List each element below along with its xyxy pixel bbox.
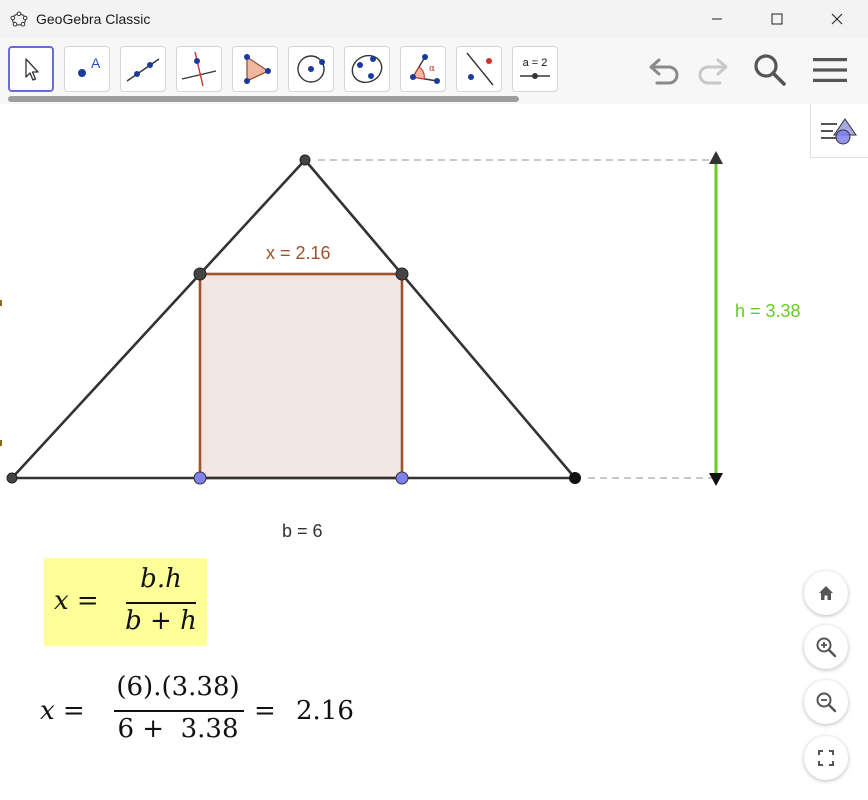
zoom-in-icon: [816, 637, 837, 658]
reflect-icon: [466, 52, 494, 86]
tool-angle[interactable]: α: [400, 46, 446, 92]
base-left-point[interactable]: [6, 472, 18, 484]
tool-move[interactable]: [8, 46, 54, 92]
angle-tool-label: α: [429, 64, 435, 74]
inscribed-square[interactable]: [198, 272, 404, 480]
tool-circle[interactable]: [288, 46, 334, 92]
formula-numerator: b.h: [140, 564, 182, 594]
hamburger-menu-icon: [813, 58, 847, 82]
fullscreen-button[interactable]: [804, 736, 848, 780]
home-button[interactable]: [804, 571, 848, 615]
redo-icon: [698, 58, 728, 85]
apex-point[interactable]: [299, 154, 311, 166]
search-icon: [754, 54, 786, 86]
geogebra-logo-icon: [10, 11, 28, 27]
substitution-result: 2.16: [296, 696, 354, 726]
substitution-fraction-bar: [114, 710, 244, 712]
square-top-right-point[interactable]: [395, 267, 409, 281]
point-icon: A: [78, 55, 101, 77]
window-title: GeoGebra Classic: [36, 11, 151, 27]
slider-tool-label: a = 2: [523, 57, 548, 69]
tool-reflect[interactable]: [456, 46, 502, 92]
base-right-point[interactable]: [569, 472, 581, 484]
zoom-out-button[interactable]: [804, 680, 848, 724]
main-menu-button[interactable]: [808, 48, 852, 92]
redo-button[interactable]: [690, 48, 734, 92]
tool-line[interactable]: [120, 46, 166, 92]
substitution-numerator: (6).(3.38): [116, 672, 240, 702]
zoom-in-button[interactable]: [804, 625, 848, 669]
substitution-denominator: 6 + 3.38: [117, 714, 239, 744]
line-icon: [126, 58, 160, 82]
square-bottom-left-point[interactable]: [193, 471, 207, 485]
maximize-icon: [771, 13, 783, 25]
fullscreen-icon: [818, 750, 834, 766]
point-tool-label: A: [91, 55, 101, 71]
title-bar: GeoGebra Classic: [0, 0, 868, 38]
perpendicular-icon: [181, 51, 217, 87]
circle-center-icon: [297, 55, 325, 83]
formula-highlight[interactable]: x = b.h b + h: [44, 558, 207, 646]
maximize-button[interactable]: [754, 4, 800, 34]
home-icon: [819, 586, 833, 600]
zoom-out-icon: [816, 692, 837, 713]
undo-button[interactable]: [643, 48, 687, 92]
b-label: b = 6: [282, 521, 323, 541]
close-button[interactable]: [814, 4, 860, 34]
formula-denominator: b + h: [125, 606, 197, 636]
formula-fraction-bar: [126, 602, 196, 604]
tool-point[interactable]: A: [64, 46, 110, 92]
height-arrow-top: [709, 151, 723, 164]
tool-polygon[interactable]: [232, 46, 278, 92]
toolbar-scrollbar[interactable]: [8, 96, 519, 102]
formula-lhs: x =: [54, 586, 99, 616]
square-bottom-right-point[interactable]: [395, 471, 409, 485]
slider-icon: a = 2: [520, 57, 550, 79]
polygon-icon: [244, 54, 271, 84]
tool-perpendicular-line[interactable]: [176, 46, 222, 92]
square-top-left-point[interactable]: [193, 267, 207, 281]
minimize-button[interactable]: [694, 4, 740, 34]
close-icon: [831, 13, 843, 25]
substitution-lhs: x =: [40, 696, 85, 726]
undo-icon: [649, 58, 679, 85]
tool-slider[interactable]: a = 2: [512, 46, 558, 92]
arrow-cursor-icon: [25, 58, 39, 81]
h-label: h = 3.38: [735, 301, 801, 321]
angle-icon: α: [410, 54, 440, 84]
substitution-formula[interactable]: x = (6).(3.38) 6 + 3.38 = 2.16: [40, 670, 370, 760]
height-arrow-bottom: [709, 473, 723, 486]
toolbar: A α a = 2: [0, 38, 868, 104]
minimize-icon: [712, 18, 722, 20]
search-button[interactable]: [748, 48, 792, 92]
tool-circle-three-points[interactable]: [344, 46, 390, 92]
substitution-equals: =: [254, 696, 276, 726]
circle-three-points-icon: [351, 54, 383, 84]
x-label: x = 2.16: [266, 243, 331, 263]
